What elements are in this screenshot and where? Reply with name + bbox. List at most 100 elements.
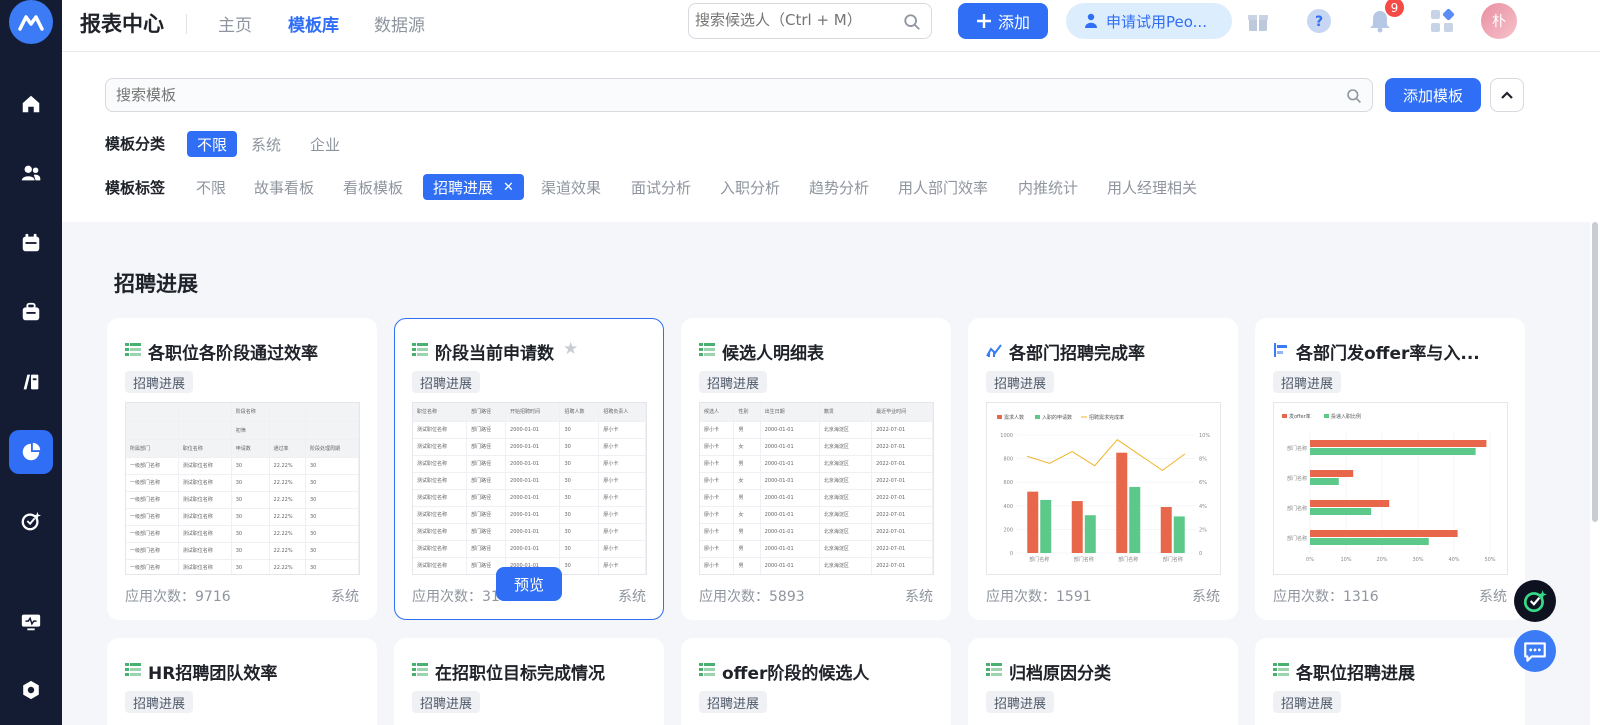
- table-cell: 部门路径: [466, 438, 507, 456]
- sidebar-item-briefcase[interactable]: [9, 290, 53, 334]
- tag-option-channel[interactable]: 渠道效果: [531, 174, 611, 200]
- sidebar-item-reports[interactable]: [9, 430, 53, 474]
- search-icon: [904, 14, 920, 30]
- table-cell: 22.22%: [269, 491, 306, 509]
- table-cell: 北京海淀区: [819, 455, 873, 473]
- thumbnail-table: 阶段名称 初筛 所属部门 职位名称 申请数 通过率 阶段处理周期 一级部门名称 测试职位名称 30…: [126, 403, 359, 574]
- table-row: 一级部门名称 测试职位名称 30 22.22% 30: [126, 491, 359, 509]
- app-logo[interactable]: [9, 0, 53, 44]
- table-header-cell: 阶段处理周期: [305, 439, 359, 458]
- template-card[interactable]: 归档原因分类 招聘进展: [968, 638, 1238, 725]
- tag-option-manager[interactable]: 用人经理相关: [1097, 174, 1207, 200]
- table-header-cell: 开始招聘时间: [505, 403, 561, 422]
- table-cell: 30: [231, 542, 270, 560]
- table-header-cell: [269, 421, 306, 440]
- tag-option-referral[interactable]: 内推统计: [1008, 174, 1088, 200]
- nav-data-source[interactable]: 数据源: [374, 11, 425, 36]
- sidebar-item-calendar[interactable]: [9, 221, 53, 265]
- table-header-cell: 职位名称: [178, 439, 232, 458]
- help-icon: ?: [1307, 9, 1331, 33]
- gift-button[interactable]: [1242, 5, 1274, 37]
- tag-option-any[interactable]: 不限: [186, 174, 236, 200]
- sidebar-item-library[interactable]: [9, 360, 53, 404]
- template-search-input[interactable]: [116, 86, 1316, 104]
- tag-option-interview[interactable]: 面试分析: [621, 174, 701, 200]
- help-button[interactable]: ?: [1303, 5, 1335, 37]
- template-card[interactable]: 候选人明细表 招聘进展 候选人 性别 出生日期 籍贯 最近毕业时间 廖小卡男 2000-01…: [681, 318, 951, 620]
- card-tag: 招聘进展: [125, 691, 194, 713]
- table-cell: 廖小卡: [700, 540, 735, 558]
- nav-template-library[interactable]: 模板库: [288, 11, 339, 36]
- tag-option-story-board[interactable]: 故事看板: [244, 174, 324, 200]
- template-card[interactable]: 阶段当前申请数 ★ 招聘进展 职位名称 部门路径 开始招聘时间 招聘人数 招聘负责人 测试…: [394, 318, 664, 620]
- legend-swatch: [1035, 415, 1040, 419]
- category-option-enterprise[interactable]: 企业: [300, 131, 350, 157]
- table-cell: 30: [305, 525, 359, 543]
- category-option-any[interactable]: 不限: [187, 131, 238, 157]
- template-card[interactable]: 各部门发offer率与入... 招聘进展 发offer率 投递入职比例 0% 10% 2…: [1255, 318, 1525, 620]
- category-option-system[interactable]: 系统: [241, 131, 291, 157]
- tag-option-trend[interactable]: 趋势分析: [799, 174, 879, 200]
- table-cell: 测试职位名称: [178, 508, 232, 526]
- ai-assistant-button[interactable]: [1514, 580, 1556, 622]
- template-card[interactable]: 在招职位目标完成情况 招聘进展: [394, 638, 664, 725]
- tag-option-onboarding[interactable]: 入职分析: [710, 174, 790, 200]
- trial-button[interactable]: 申请试用Peo...: [1066, 3, 1232, 39]
- sidebar-item-people[interactable]: [9, 151, 53, 195]
- bar-mark: [1071, 501, 1083, 553]
- template-card[interactable]: HR招聘团队效率 招聘进展: [107, 638, 377, 725]
- table-cell: 廖小卡: [700, 557, 735, 574]
- nav-home[interactable]: 主页: [218, 11, 252, 36]
- candidate-search-input[interactable]: [695, 11, 895, 29]
- table-cell: 廖小卡: [598, 472, 646, 490]
- table-cell: 2000-01-01: [760, 472, 820, 490]
- template-search[interactable]: [105, 78, 1373, 112]
- sidebar-item-settings[interactable]: [9, 668, 53, 712]
- sidebar-item-ai[interactable]: [9, 499, 53, 543]
- template-card[interactable]: offer阶段的候选人 招聘进展: [681, 638, 951, 725]
- logo-icon: [18, 15, 44, 31]
- table-cell: 2000-01-01: [760, 506, 820, 524]
- template-card[interactable]: 各部门招聘完成率 招聘进展 需求人数 入职的申请数 招聘需求完成率 0 0 200 2% 40…: [968, 318, 1238, 620]
- tag-option-recruit-progress[interactable]: 招聘进展 ✕: [423, 174, 524, 200]
- table-cell: 30: [559, 506, 600, 524]
- candidate-search[interactable]: [688, 3, 932, 39]
- y-tick-label: 0: [1010, 551, 1013, 557]
- card-usage: 应用次数：1591: [986, 589, 1092, 605]
- notifications-button[interactable]: 9: [1364, 0, 1404, 37]
- star-icon[interactable]: ★: [563, 339, 578, 359]
- table-cell: 廖小卡: [598, 438, 646, 456]
- page-scrollbar[interactable]: [1590, 222, 1600, 725]
- chat-support-button[interactable]: [1514, 630, 1556, 672]
- preview-button[interactable]: 预览: [496, 567, 562, 601]
- sidebar: [0, 0, 62, 725]
- table-cell: 测试职位名称: [413, 455, 468, 473]
- x-tick-label: 部门名称: [1029, 556, 1049, 563]
- sidebar-item-monitor[interactable]: [9, 600, 53, 644]
- apps-button[interactable]: [1426, 5, 1458, 37]
- table-cell: 30: [559, 455, 600, 473]
- table-row: 测试职位名称 部门路径 2000-01-01 30 廖小卡: [413, 489, 646, 507]
- close-icon[interactable]: ✕: [503, 180, 514, 195]
- add-button[interactable]: 添加: [958, 3, 1048, 39]
- card-title: 阶段当前申请数: [435, 344, 554, 364]
- tag-option-board-template[interactable]: 看板模板: [333, 174, 413, 200]
- card-title: 各职位招聘进展: [1296, 664, 1415, 684]
- tag-option-dept-efficiency[interactable]: 用人部门效率: [888, 174, 998, 200]
- add-template-button[interactable]: 添加模板: [1385, 78, 1481, 112]
- x-tick-label: 10%: [1340, 557, 1351, 563]
- template-card[interactable]: 各职位各阶段通过效率 招聘进展 阶段名称 初筛 所属部门 职位名称 申请数 通过率 阶段处理…: [107, 318, 377, 620]
- table-row: 廖小卡男 2000-01-01 北京海淀区 2022-07-01: [700, 557, 933, 574]
- scrollbar-thumb[interactable]: [1592, 222, 1598, 522]
- template-card[interactable]: 各职位招聘进展 招聘进展: [1255, 638, 1525, 725]
- collapse-filters-button[interactable]: [1490, 78, 1524, 112]
- table-icon: [699, 663, 715, 676]
- table-header-cell: 招聘负责人: [598, 403, 646, 422]
- table-cell: 北京海淀区: [819, 523, 873, 541]
- sidebar-item-home[interactable]: [9, 82, 53, 126]
- card-tag: 招聘进展: [699, 691, 768, 713]
- user-avatar[interactable]: 朴: [1481, 3, 1517, 39]
- x-tick-label: 20%: [1376, 557, 1387, 563]
- bar-mark: [1310, 538, 1429, 545]
- monitor-icon: [21, 614, 41, 631]
